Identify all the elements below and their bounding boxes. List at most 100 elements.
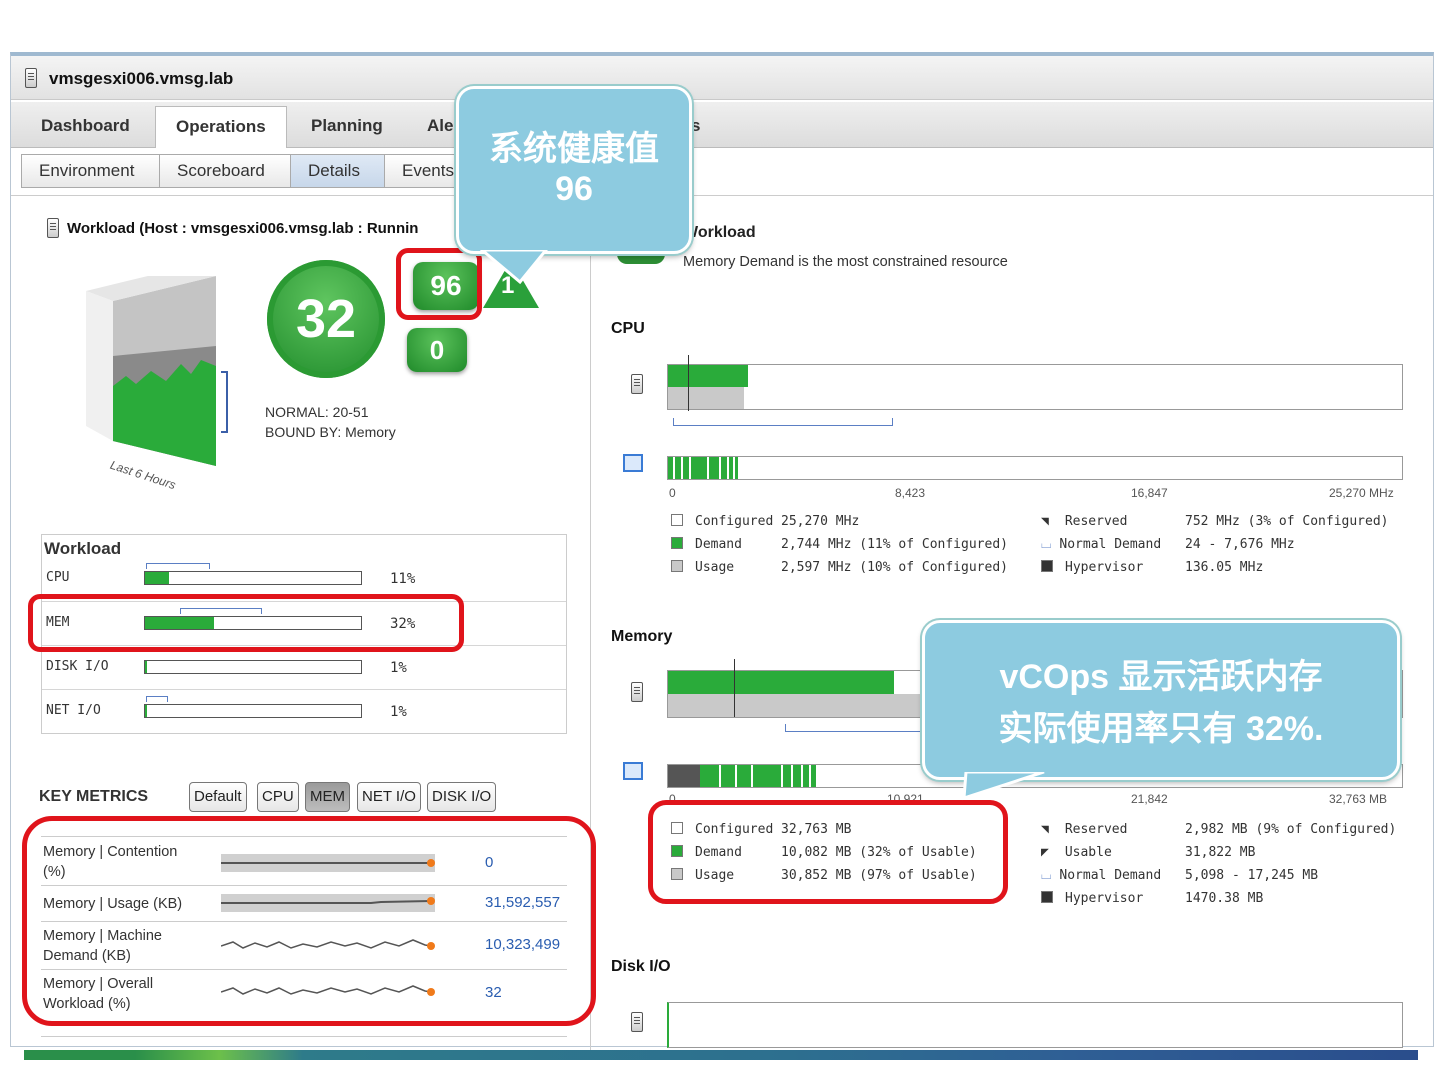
legend-swatch bbox=[671, 560, 683, 572]
legend-value: 25,270 MHz bbox=[781, 514, 860, 529]
legend-value: 2,744 MHz (11% of Configured) bbox=[781, 537, 1008, 552]
legend-value: 2,982 MB (9% of Configured) bbox=[1185, 822, 1397, 837]
legend-value: 31,822 MB bbox=[1185, 845, 1256, 860]
workload-table-title: Workload bbox=[44, 539, 122, 558]
footer-accent-bar bbox=[24, 1050, 1418, 1060]
row-percent: 1% bbox=[390, 704, 407, 720]
tab-dashboard[interactable]: Dashboard bbox=[21, 106, 150, 148]
faults-badge[interactable]: 0 bbox=[407, 328, 467, 372]
demand-fill bbox=[668, 671, 894, 694]
mem-highlight-box bbox=[28, 594, 464, 652]
legend-label: Normal Demand bbox=[1059, 868, 1162, 883]
filter-diskio-button[interactable]: DISK I/O bbox=[427, 782, 497, 812]
cpu-tick-2: 16,847 bbox=[1131, 486, 1168, 500]
host-icon bbox=[631, 682, 643, 702]
legend-swatch bbox=[671, 537, 683, 549]
callout-pointer bbox=[480, 250, 548, 285]
normal-range-bracket bbox=[146, 696, 168, 702]
vm-icon bbox=[623, 762, 643, 780]
legend-value: 1470.38 MB bbox=[1185, 891, 1264, 906]
disk-host-bar bbox=[667, 1002, 1403, 1048]
workload-section-title: Workload bbox=[683, 224, 756, 241]
callout-text: vCOps 显示活跃内存 bbox=[999, 658, 1323, 696]
workload-row-net[interactable]: NET I/O 1% bbox=[42, 689, 566, 733]
workload-badge[interactable]: 32 bbox=[267, 260, 385, 378]
bar-fill bbox=[145, 661, 148, 673]
memory-callout: vCOps 显示活跃内存 实际使用率只有 32%. bbox=[922, 620, 1400, 780]
tab-scoreboard[interactable]: Scoreboard bbox=[159, 154, 291, 188]
disk-section-title: Disk I/O bbox=[611, 958, 671, 975]
bound-by-label: BOUND BY: Memory bbox=[265, 424, 396, 440]
filter-default-button[interactable]: Default bbox=[189, 782, 247, 812]
usage-fill bbox=[668, 387, 744, 409]
legend-label: Hypervisor bbox=[1065, 560, 1144, 575]
cpu-legend-right: ◥ Reserved 752 MHz (3% of Configured) ⌴ No… bbox=[1041, 514, 1389, 575]
cpu-tick-3: 25,270 MHz bbox=[1329, 486, 1394, 500]
normal-demand-bracket bbox=[673, 418, 893, 426]
host-icon bbox=[631, 374, 643, 394]
row-percent: 11% bbox=[390, 571, 416, 587]
tab-operations[interactable]: Operations bbox=[155, 106, 287, 148]
row-label: NET I/O bbox=[46, 703, 101, 718]
health-highlight-box bbox=[396, 248, 482, 320]
constraint-description: Memory Demand is the most constrained re… bbox=[683, 254, 1008, 270]
legend-label: Hypervisor bbox=[1065, 891, 1144, 906]
cpu-tick-0: 0 bbox=[669, 486, 676, 500]
legend-swatch bbox=[1041, 891, 1053, 903]
filter-netio-button[interactable]: NET I/O bbox=[357, 782, 421, 812]
legend-value: 752 MHz (3% of Configured) bbox=[1185, 514, 1389, 529]
legend-label: Normal Demand bbox=[1059, 537, 1162, 552]
host-icon bbox=[631, 1012, 643, 1032]
legend-label: Demand bbox=[695, 537, 742, 552]
row-label: CPU bbox=[46, 570, 70, 585]
row-percent: 1% bbox=[390, 660, 407, 676]
filter-cpu-button[interactable]: CPU bbox=[257, 782, 299, 812]
host-icon bbox=[25, 68, 37, 88]
legend-label: Configured bbox=[695, 514, 774, 529]
legend-label: Reserved bbox=[1064, 514, 1128, 529]
key-metrics-highlight-box bbox=[22, 816, 596, 1026]
demand-fill bbox=[668, 365, 748, 387]
legend-label: Usage bbox=[695, 560, 735, 575]
workload-history-graphic bbox=[86, 276, 228, 466]
memory-tick-2: 21,842 bbox=[1131, 792, 1168, 806]
workload-bar bbox=[144, 660, 362, 674]
cpu-vm-bar bbox=[667, 456, 1403, 480]
tab-details[interactable]: Details bbox=[290, 154, 385, 188]
workload-header: Workload (Host : vmsgesxi006.vmsg.lab : … bbox=[67, 220, 419, 237]
legend-value: 24 - 7,676 MHz bbox=[1185, 537, 1295, 552]
health-callout: 系统健康值 96 bbox=[456, 86, 692, 254]
legend-swatch bbox=[1041, 560, 1053, 572]
callout-text: 96 bbox=[555, 170, 593, 208]
legend-label: Usable bbox=[1064, 845, 1112, 860]
memory-section-title: Memory bbox=[611, 628, 673, 645]
normal-range-label: NORMAL: 20-51 bbox=[265, 404, 369, 420]
cpu-host-bar bbox=[667, 355, 1403, 411]
callout-text: 系统健康值 bbox=[489, 130, 659, 168]
cpu-tick-1: 8,423 bbox=[895, 486, 926, 500]
callout-text: 实际使用率只有 32%. bbox=[998, 710, 1324, 748]
legend-label: Reserved bbox=[1064, 822, 1128, 837]
normal-range-bracket bbox=[146, 563, 210, 569]
key-metrics-filter: Default CPU MEM NET I/O DISK I/O bbox=[189, 782, 529, 814]
legend-value: 5,098 - 17,245 MB bbox=[1185, 868, 1319, 883]
filter-mem-button[interactable]: MEM bbox=[305, 782, 350, 812]
title-bar: vmsgesxi006.vmsg.lab bbox=[11, 56, 1433, 100]
legend-swatch bbox=[671, 514, 683, 526]
legend-value: 136.05 MHz bbox=[1185, 560, 1264, 575]
divider bbox=[41, 1036, 567, 1037]
vm-distribution bbox=[668, 457, 738, 479]
reserved-marker bbox=[688, 355, 689, 411]
window-title: vmsgesxi006.vmsg.lab bbox=[49, 69, 234, 88]
callout-pointer bbox=[962, 772, 1045, 801]
legend-value: 2,597 MHz (10% of Configured) bbox=[781, 560, 1008, 575]
tab-environment[interactable]: Environment bbox=[21, 154, 160, 188]
host-icon bbox=[47, 218, 59, 238]
memory-legend-right: ◥ Reserved 2,982 MB (9% of Configured) ◤ U… bbox=[1041, 822, 1397, 906]
bar-fill bbox=[145, 705, 148, 717]
row-label: DISK I/O bbox=[46, 659, 109, 674]
main-tab-bar: Dashboard Operations Planning Aler s bbox=[11, 102, 1433, 148]
cpu-section-title: CPU bbox=[611, 320, 645, 337]
tab-planning[interactable]: Planning bbox=[291, 106, 403, 148]
reserved-marker bbox=[734, 659, 735, 717]
